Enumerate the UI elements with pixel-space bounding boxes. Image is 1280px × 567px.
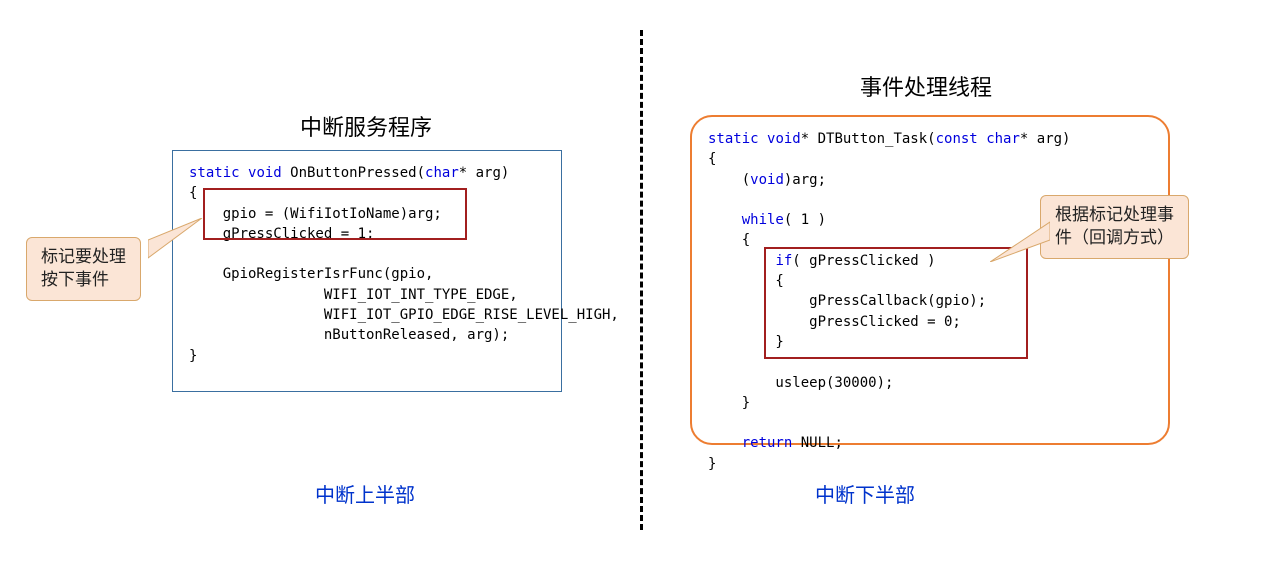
vertical-divider <box>640 30 643 530</box>
thread-highlight <box>764 247 1028 359</box>
thread-callout: 根据标记处理事 件（回调方式） <box>1040 195 1189 259</box>
thread-callout-pointer <box>990 218 1050 262</box>
isr-footer: 中断上半部 <box>315 479 415 508</box>
thread-title: 事件处理线程 <box>860 70 992 102</box>
isr-title: 中断服务程序 <box>300 110 432 142</box>
thread-footer: 中断下半部 <box>815 479 915 508</box>
isr-callout-pointer <box>148 218 208 262</box>
isr-code-box: static void OnButtonPressed(char* arg) {… <box>172 150 562 392</box>
isr-callout: 标记要处理 按下事件 <box>26 237 141 301</box>
thread-code-box: static void* DTButton_Task(const char* a… <box>690 115 1170 445</box>
isr-highlight <box>203 188 467 240</box>
